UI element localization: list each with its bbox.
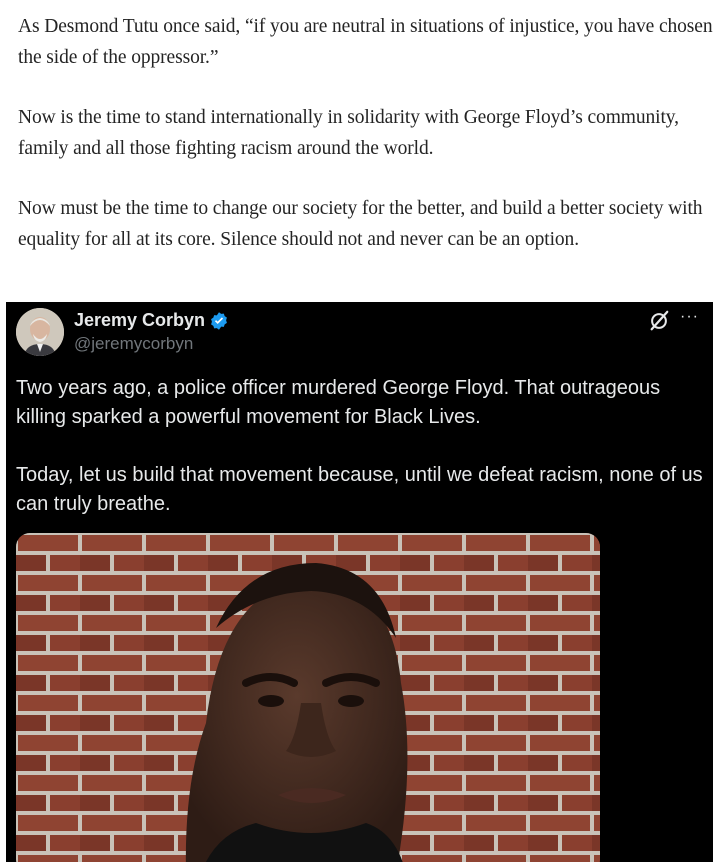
x-logo-icon[interactable] bbox=[648, 310, 670, 332]
author-row[interactable]: Jeremy Corbyn bbox=[74, 310, 229, 331]
article-paragraph: Now is the time to stand internationally… bbox=[18, 107, 679, 159]
article-paragraph: Now must be the time to change our socie… bbox=[18, 198, 703, 250]
more-options-icon[interactable]: ··· bbox=[680, 308, 699, 326]
tweet-text-paragraph: Today, let us build that movement becaus… bbox=[16, 464, 703, 515]
author-name[interactable]: Jeremy Corbyn bbox=[74, 310, 205, 331]
avatar-image bbox=[16, 308, 64, 356]
author-handle[interactable]: @jeremycorbyn bbox=[74, 334, 193, 354]
tweet-photo[interactable] bbox=[16, 533, 600, 862]
avatar[interactable] bbox=[16, 308, 64, 356]
tweet-text-paragraph: Two years ago, a police officer murdered… bbox=[16, 377, 661, 428]
embedded-tweet[interactable]: Jeremy Corbyn @jeremycorbyn ··· Two year… bbox=[6, 302, 713, 862]
article-paragraph: As Desmond Tutu once said, “if you are n… bbox=[18, 16, 713, 68]
verified-badge-icon bbox=[211, 311, 227, 330]
portrait-photo bbox=[16, 533, 600, 862]
